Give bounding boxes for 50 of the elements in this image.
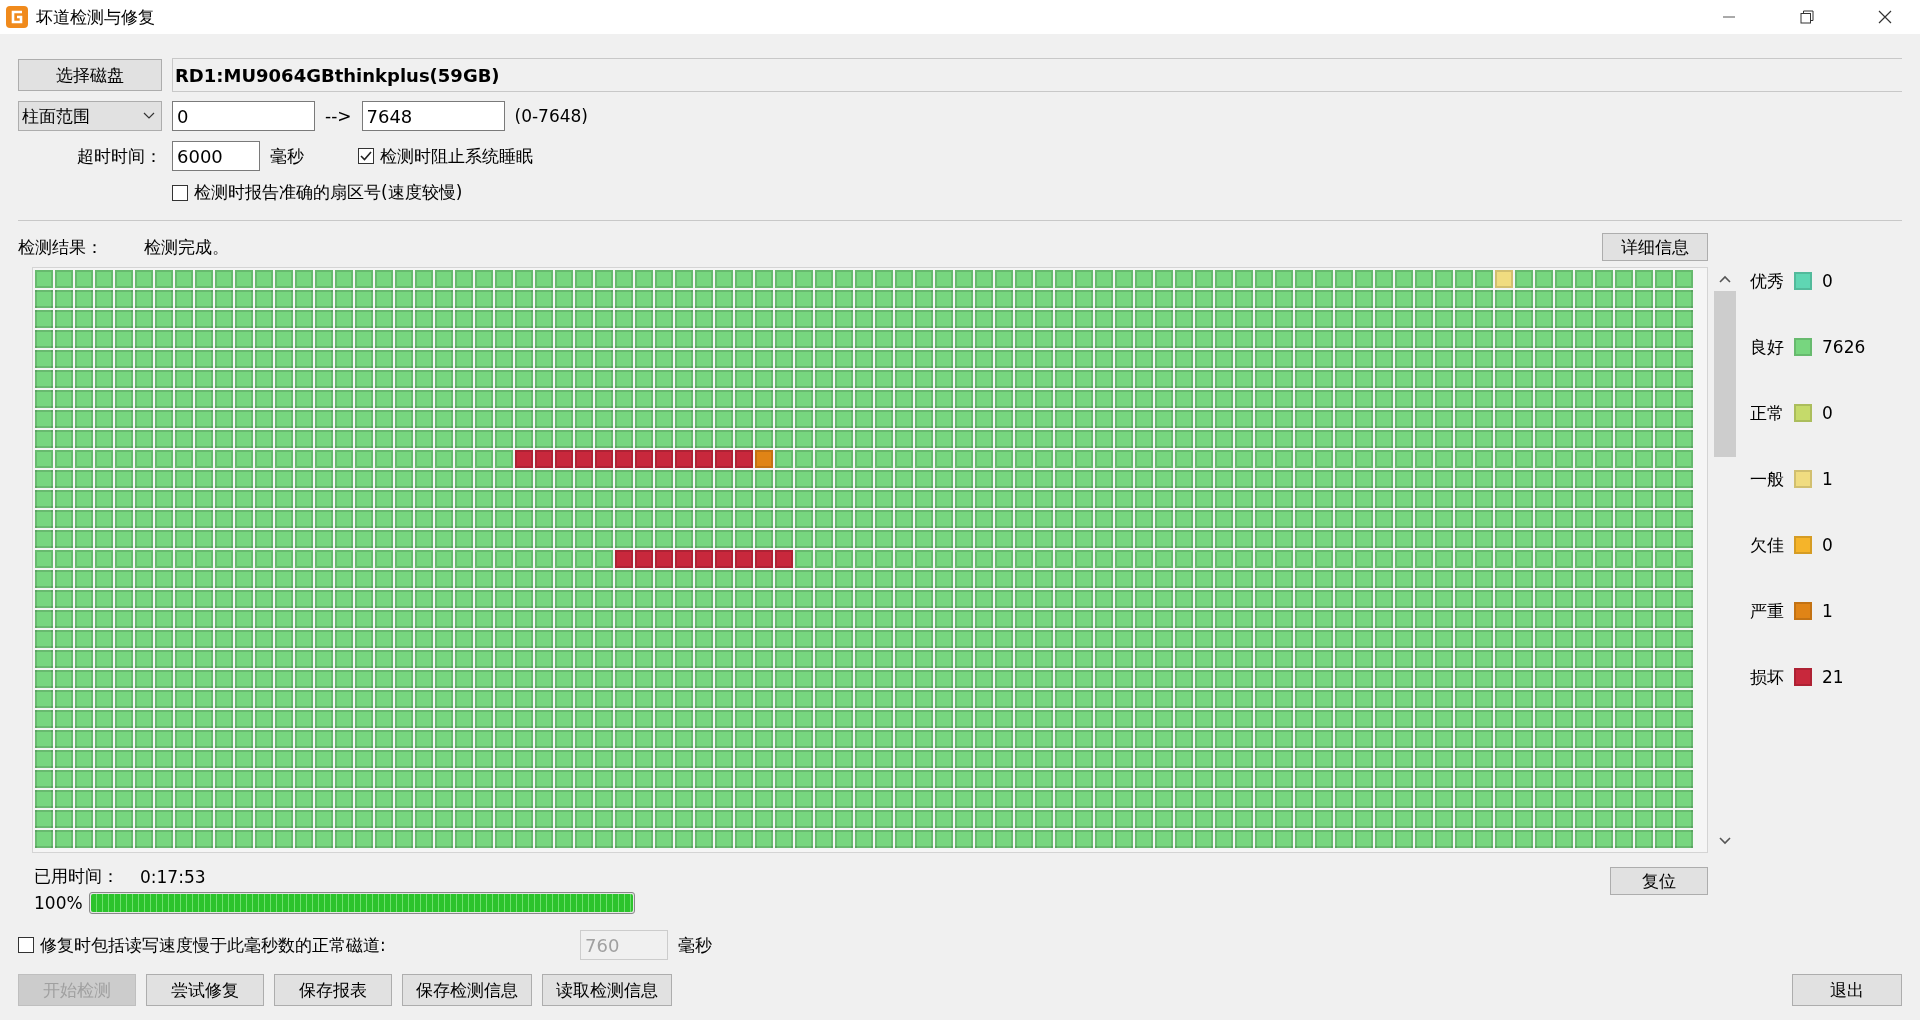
legend-count: 7626 — [1822, 337, 1866, 357]
range-mode-dropdown[interactable]: 柱面范围 — [18, 101, 162, 131]
progress-percent: 100% — [34, 893, 83, 913]
app-logo-icon — [6, 6, 28, 28]
legend-count: 0 — [1822, 535, 1833, 555]
scroll-up-icon[interactable] — [1719, 275, 1731, 283]
timeout-label: 超时时间： — [76, 144, 162, 168]
option-label: 检测时阻止系统睡眠 — [380, 144, 533, 168]
range-limits-text: (0-7648) — [514, 106, 588, 126]
timeout-unit: 毫秒 — [270, 144, 305, 168]
range-start-field[interactable]: 0 — [172, 101, 315, 131]
legend-label: 损坏 — [1750, 665, 1784, 689]
slow-repair-label: 修复时包括读写速度慢于此毫秒数的正常磁道: — [40, 933, 386, 957]
disk-name-field: RD1:MU9064GBthinkplus(59GB) — [172, 58, 1902, 92]
elapsed-label: 已用时间： — [34, 865, 120, 888]
exit-button[interactable]: 退出 — [1792, 974, 1902, 1006]
action-button[interactable]: 读取检测信息 — [542, 974, 672, 1006]
legend-label: 欠佳 — [1750, 533, 1784, 557]
legend-count: 1 — [1822, 469, 1833, 489]
timeout-field[interactable]: 6000 — [172, 141, 260, 171]
action-button[interactable]: 尝试修复 — [146, 974, 264, 1006]
legend-label: 优秀 — [1750, 269, 1784, 293]
elapsed-time: 0:17:53 — [140, 866, 206, 887]
caret-icon[interactable] — [143, 112, 155, 120]
action-button[interactable]: 保存检测信息 — [402, 974, 532, 1006]
slow-threshold-unit: 毫秒 — [678, 933, 712, 957]
window-title: 坏道检测与修复 — [36, 5, 156, 29]
details-button[interactable]: 详细信息 — [1602, 233, 1708, 261]
reset-button[interactable]: 复位 — [1610, 867, 1708, 895]
action-button[interactable]: 保存报表 — [274, 974, 392, 1006]
legend-count: 0 — [1822, 271, 1833, 291]
restore-icon[interactable] — [1800, 10, 1814, 24]
legend-label: 一般 — [1750, 467, 1784, 491]
legend-label: 严重 — [1750, 599, 1784, 623]
range-arrow-text: --> — [325, 106, 352, 126]
legend-count: 0 — [1822, 403, 1833, 423]
legend-label: 良好 — [1750, 335, 1784, 359]
option-label: 检测时报告准确的扇区号(速度较慢) — [194, 181, 463, 204]
checkbox[interactable] — [172, 184, 188, 201]
checkbox[interactable] — [358, 148, 374, 164]
select-disk-button[interactable]: 选择磁盘 — [18, 59, 162, 91]
scroll-thumb[interactable] — [1714, 291, 1736, 457]
legend-count: 1 — [1822, 601, 1833, 621]
legend-count: 21 — [1822, 667, 1844, 687]
scroll-down-icon[interactable] — [1719, 837, 1731, 845]
range-end-field[interactable]: 7648 — [361, 101, 505, 131]
close-icon[interactable] — [1878, 10, 1892, 24]
result-status: 检测完成。 — [144, 235, 230, 259]
legend-label: 正常 — [1750, 401, 1784, 425]
result-label: 检测结果： — [18, 235, 104, 259]
